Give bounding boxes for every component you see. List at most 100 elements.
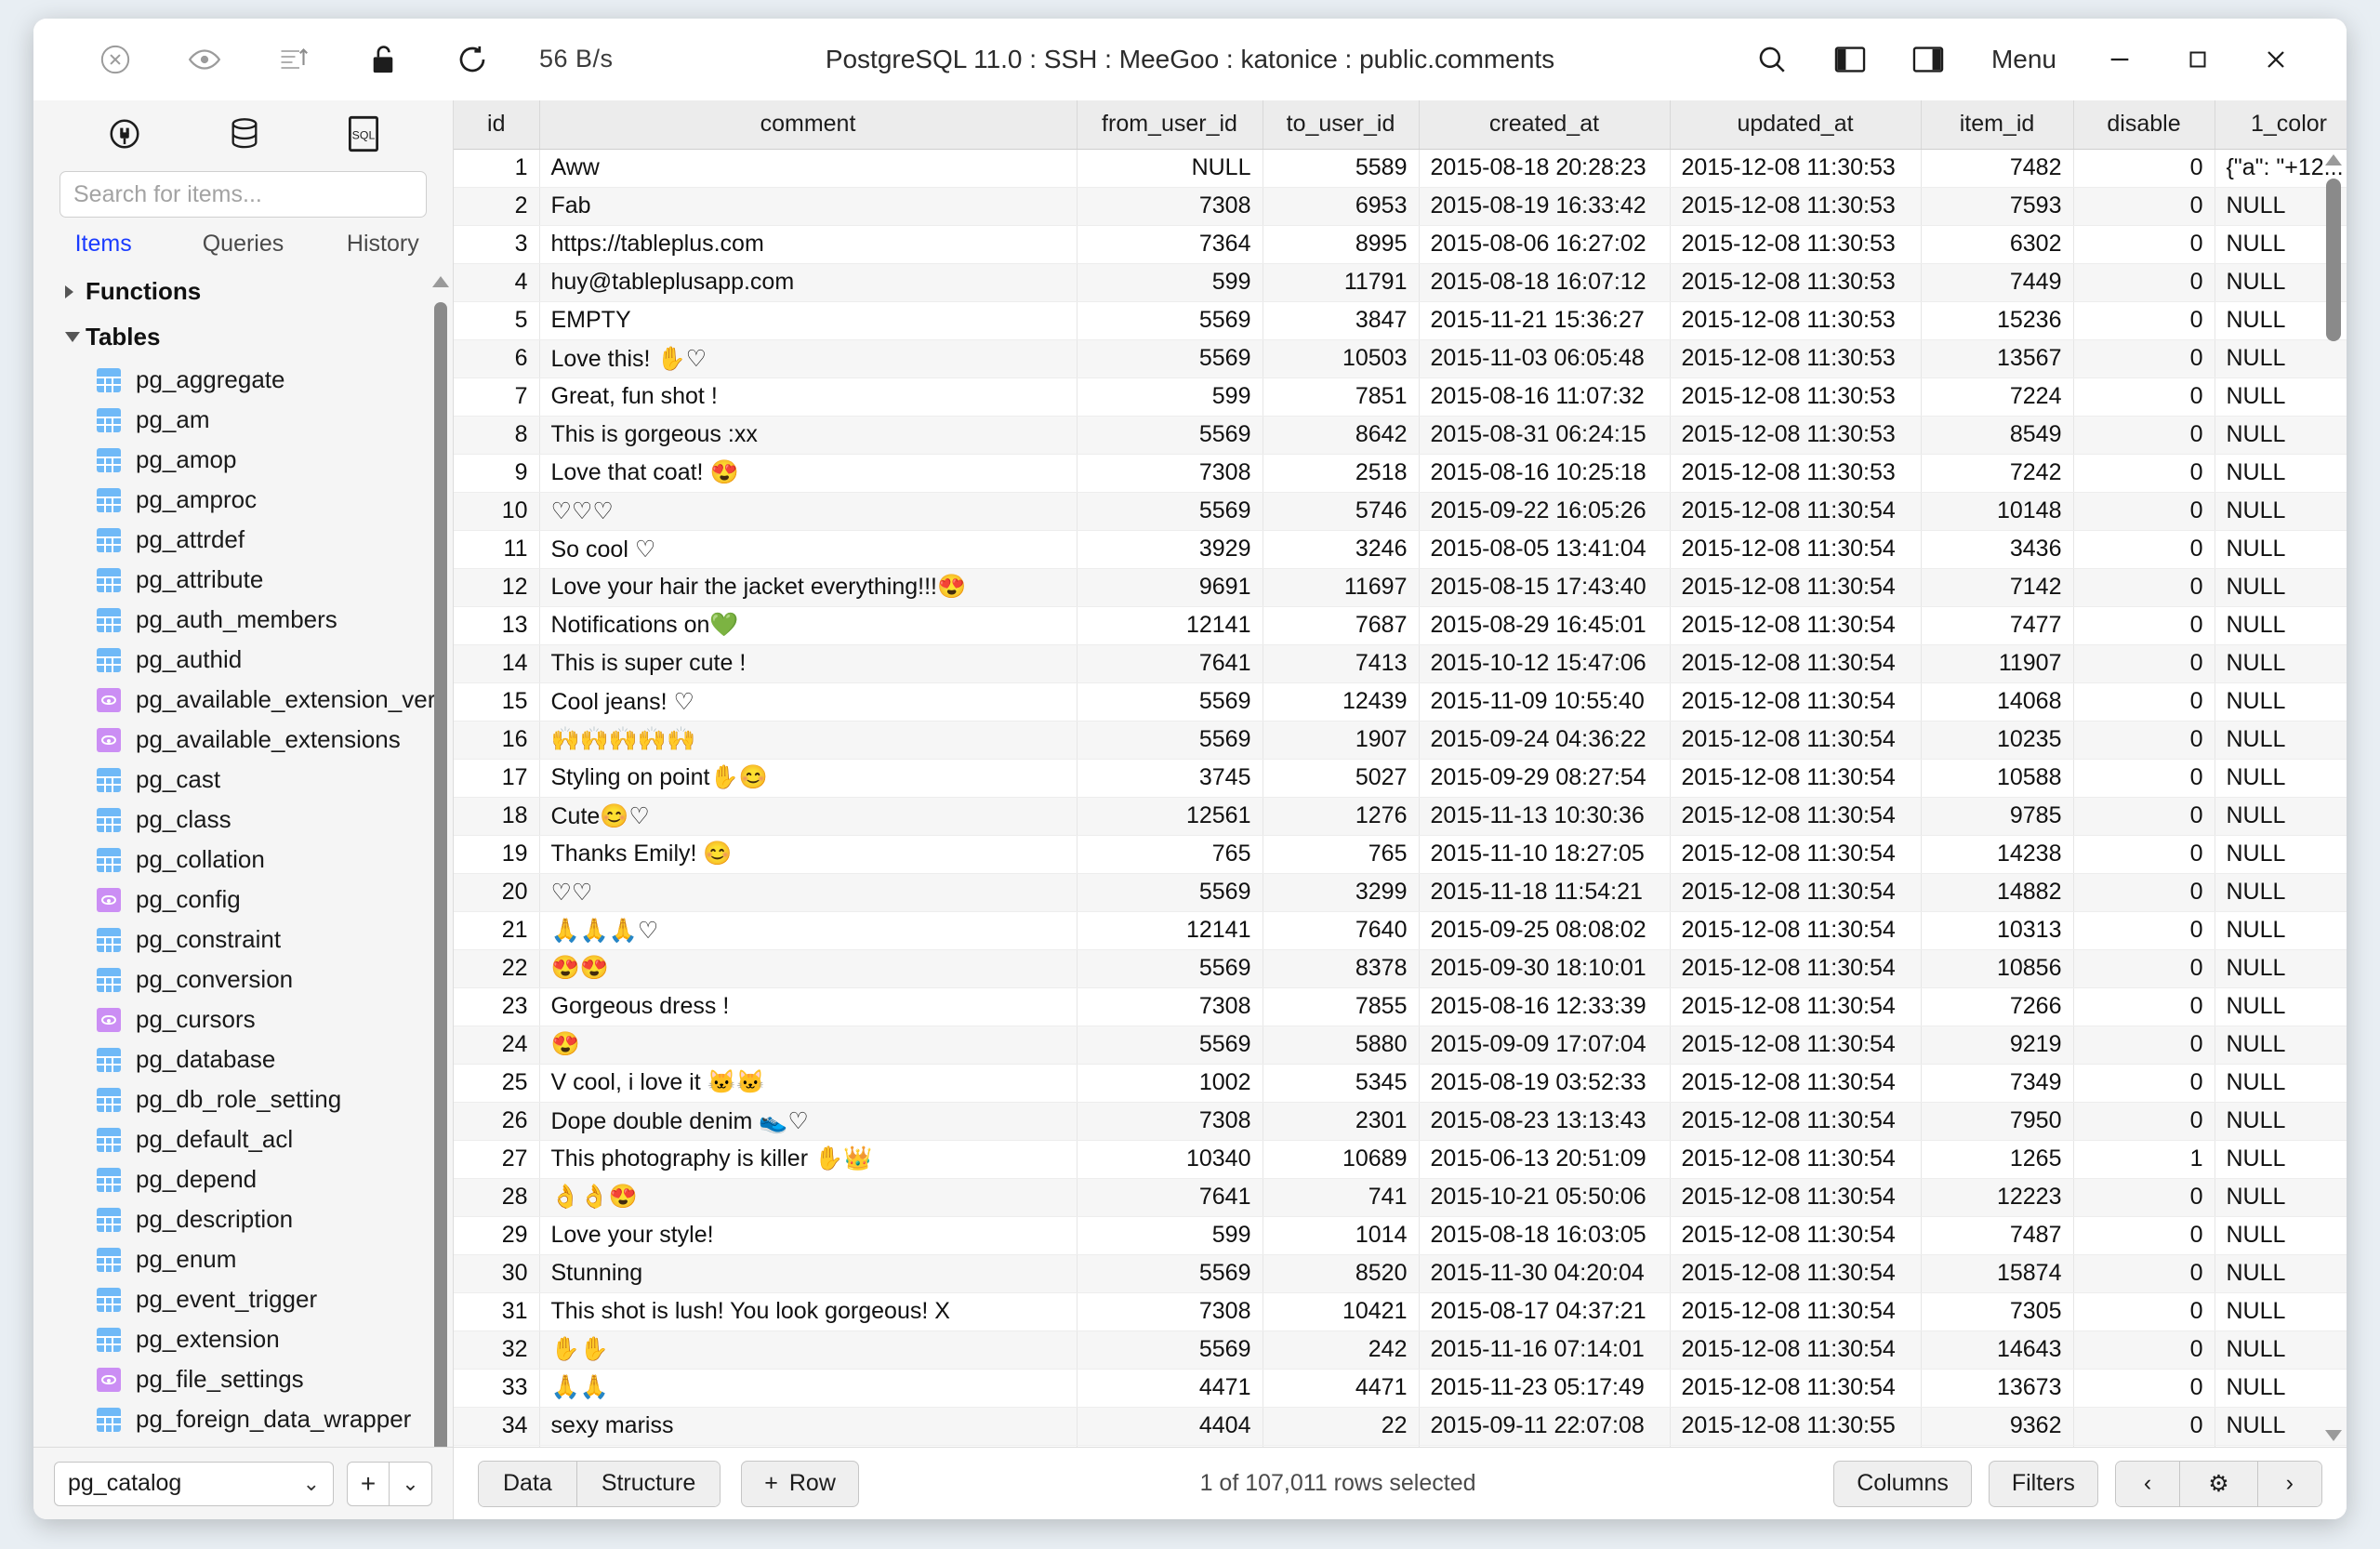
cell-item-id[interactable]: 15874 (1921, 1254, 2074, 1293)
cell-created-at[interactable]: 2015-09-11 22:07:08 (1419, 1407, 1671, 1446)
cell-from-user-id[interactable]: 599 (1077, 263, 1263, 302)
cell-created-at[interactable]: 2015-08-05 13:41:04 (1419, 530, 1671, 569)
cell-to-user-id[interactable]: 7851 (1263, 377, 1420, 417)
table-row[interactable]: 4 huy@tableplusapp.com 599 11791 2015-08-18 … (454, 263, 2347, 302)
sidebar-item-pg-cursors[interactable]: pg_cursors (33, 1000, 453, 1039)
sidebar-item-pg-enum[interactable]: pg_enum (33, 1239, 453, 1279)
cell-disable[interactable]: 0 (2073, 644, 2215, 683)
cell-item-id[interactable]: 1265 (1921, 1140, 2074, 1179)
cell-from-user-id[interactable]: 5569 (1077, 1254, 1263, 1293)
cell-comment[interactable]: sexy mariss (539, 1407, 1078, 1446)
cell-item-id[interactable]: 7477 (1921, 606, 2074, 645)
cell-row-number[interactable]: 5 (454, 301, 540, 340)
cell-from-user-id[interactable]: 599 (1077, 1216, 1263, 1255)
cell-comment[interactable]: ♡♡ (539, 873, 1078, 912)
cell-created-at[interactable]: 2015-11-10 18:27:05 (1419, 835, 1671, 874)
cell-comment[interactable]: huy@tableplusapp.com (539, 263, 1078, 302)
cell-comment[interactable]: Notifications on💚 (539, 606, 1078, 645)
cell-created-at[interactable]: 2015-08-31 06:24:15 (1419, 416, 1671, 455)
cell-created-at[interactable]: 2015-09-30 18:10:01 (1419, 949, 1671, 988)
cell-from-user-id[interactable]: 5569 (1077, 682, 1263, 722)
table-row[interactable]: 20 ♡♡ 5569 3299 2015-11-18 11:54:21 2015-12-0… (454, 873, 2347, 912)
cell-comment[interactable]: 😍 (539, 1026, 1078, 1065)
cell-created-at[interactable]: 2015-11-13 10:30:36 (1419, 797, 1671, 836)
table-row[interactable]: 7 Great, fun shot ! 599 7851 2015-08-16 11:0… (454, 377, 2347, 417)
cell-created-at[interactable]: 2015-11-16 07:14:01 (1419, 1331, 1671, 1370)
cell-to-user-id[interactable]: 5589 (1263, 149, 1420, 188)
cell-to-user-id[interactable]: 8995 (1263, 225, 1420, 264)
column-header-id[interactable]: id (454, 100, 540, 150)
previous-page-button[interactable]: ‹ (2115, 1461, 2181, 1506)
cell-comment[interactable]: This photography is killer ✋👑 (539, 1140, 1078, 1179)
cell-to-user-id[interactable]: 7687 (1263, 606, 1420, 645)
cell-updated-at[interactable]: 2015-12-08 11:30:53 (1670, 339, 1922, 378)
cell-disable[interactable]: 0 (2073, 339, 2215, 378)
cell-updated-at[interactable]: 2015-12-08 11:30:53 (1670, 187, 1922, 226)
cell-to-user-id[interactable]: 5880 (1263, 1026, 1420, 1065)
cell-to-user-id[interactable]: 765 (1263, 835, 1420, 874)
cell-updated-at[interactable]: 2015-12-08 11:30:54 (1670, 682, 1922, 722)
cell-row-number[interactable]: 19 (454, 835, 540, 874)
cell-to-user-id[interactable]: 3847 (1263, 301, 1420, 340)
cell-created-at[interactable]: 2015-11-18 11:54:21 (1419, 873, 1671, 912)
sort-icon[interactable] (249, 32, 338, 87)
cell-disable[interactable]: 0 (2073, 1026, 2215, 1065)
cell-row-number[interactable]: 14 (454, 644, 540, 683)
sidebar-scrollbar[interactable] (432, 274, 449, 1447)
cell-created-at[interactable]: 2015-09-24 04:36:22 (1419, 721, 1671, 760)
cell-created-at[interactable]: 2015-06-13 20:51:09 (1419, 1140, 1671, 1179)
sidebar-item-pg-database[interactable]: pg_database (33, 1039, 453, 1079)
cell-row-number[interactable]: 31 (454, 1292, 540, 1331)
cell-updated-at[interactable]: 2015-12-08 11:30:54 (1670, 721, 1922, 760)
cell-item-id[interactable]: 14882 (1921, 873, 2074, 912)
schema-select[interactable]: pg_catalog ⌄ (54, 1461, 334, 1506)
cell-from-user-id[interactable]: 9691 (1077, 568, 1263, 607)
data-grid[interactable]: id comment from_user_id to_user_id creat… (454, 100, 2347, 1447)
sidebar-tree[interactable]: Functions Tables pg_aggregate pg_am pg_amo… (33, 267, 453, 1447)
cell-disable[interactable]: 0 (2073, 1064, 2215, 1103)
cell-row-number[interactable]: 35 (454, 1445, 540, 1447)
cell-comment[interactable]: This is super cute ! (539, 644, 1078, 683)
table-row[interactable]: 1 Aww NULL 5589 2015-08-18 20:28:23 2015-12-0… (454, 149, 2347, 188)
sidebar-item-pg-foreign-data-wrapper[interactable]: pg_foreign_data_wrapper (33, 1399, 453, 1439)
cell-updated-at[interactable]: 2015-12-08 11:30:55 (1670, 1445, 1922, 1447)
table-row[interactable]: 9 Love that coat! 😍 7308 2518 2015-08-16 10:… (454, 454, 2347, 493)
cell-from-user-id[interactable]: 5569 (1077, 339, 1263, 378)
cell-to-user-id[interactable]: 8642 (1263, 416, 1420, 455)
table-row[interactable]: 15 Cool jeans! ♡ 5569 12439 2015-11-09 10:55… (454, 682, 2347, 722)
column-header-to-user-id[interactable]: to_user_id (1263, 100, 1420, 150)
cell-item-id[interactable]: 14238 (1921, 835, 2074, 874)
column-header-1-color[interactable]: 1_color (2215, 100, 2347, 150)
cell-comment[interactable]: ✋✋ (539, 1331, 1078, 1370)
cell-comment[interactable]: 👌👌😍 (539, 1178, 1078, 1217)
cell-item-id[interactable]: 13567 (1921, 339, 2074, 378)
table-row[interactable]: 6 Love this! ✋♡ 5569 10503 2015-11-03 06:05:… (454, 339, 2347, 378)
cell-from-user-id[interactable]: 7308 (1077, 1102, 1263, 1141)
cell-item-id[interactable]: 7142 (1921, 568, 2074, 607)
cell-row-number[interactable]: 30 (454, 1254, 540, 1293)
cell-to-user-id[interactable]: 1907 (1263, 721, 1420, 760)
search-input[interactable] (60, 171, 427, 218)
cell-from-user-id[interactable]: 1002 (1077, 1064, 1263, 1103)
cell-disable[interactable]: 0 (2073, 377, 2215, 417)
table-row[interactable]: 2 Fab 7308 6953 2015-08-19 16:33:42 2015-12-0… (454, 187, 2347, 226)
cell-updated-at[interactable]: 2015-12-08 11:30:54 (1670, 797, 1922, 836)
cell-disable[interactable]: 0 (2073, 1254, 2215, 1293)
sidebar-item-pg-conversion[interactable]: pg_conversion (33, 960, 453, 1000)
cell-from-user-id[interactable]: 5569 (1077, 1331, 1263, 1370)
cell-from-user-id[interactable]: 7308 (1077, 1292, 1263, 1331)
cell-updated-at[interactable]: 2015-12-08 11:30:53 (1670, 149, 1922, 188)
cell-from-user-id[interactable]: 7308 (1077, 187, 1263, 226)
cell-row-number[interactable]: 21 (454, 911, 540, 950)
sidebar-item-pg-file-settings[interactable]: pg_file_settings (33, 1359, 453, 1399)
cell-from-user-id[interactable]: 5569 (1077, 721, 1263, 760)
tab-items[interactable]: Items (33, 231, 173, 258)
cell-from-user-id[interactable]: 3929 (1077, 530, 1263, 569)
cell-item-id[interactable]: 7593 (1921, 187, 2074, 226)
cell-to-user-id[interactable]: 8378 (1263, 949, 1420, 988)
cell-item-id[interactable]: 6302 (1921, 225, 2074, 264)
add-row-button[interactable]: + Row (741, 1460, 859, 1507)
cell-row-number[interactable]: 10 (454, 492, 540, 531)
sql-icon[interactable]: SQL (348, 115, 379, 152)
sidebar-item-pg-config[interactable]: pg_config (33, 880, 453, 920)
